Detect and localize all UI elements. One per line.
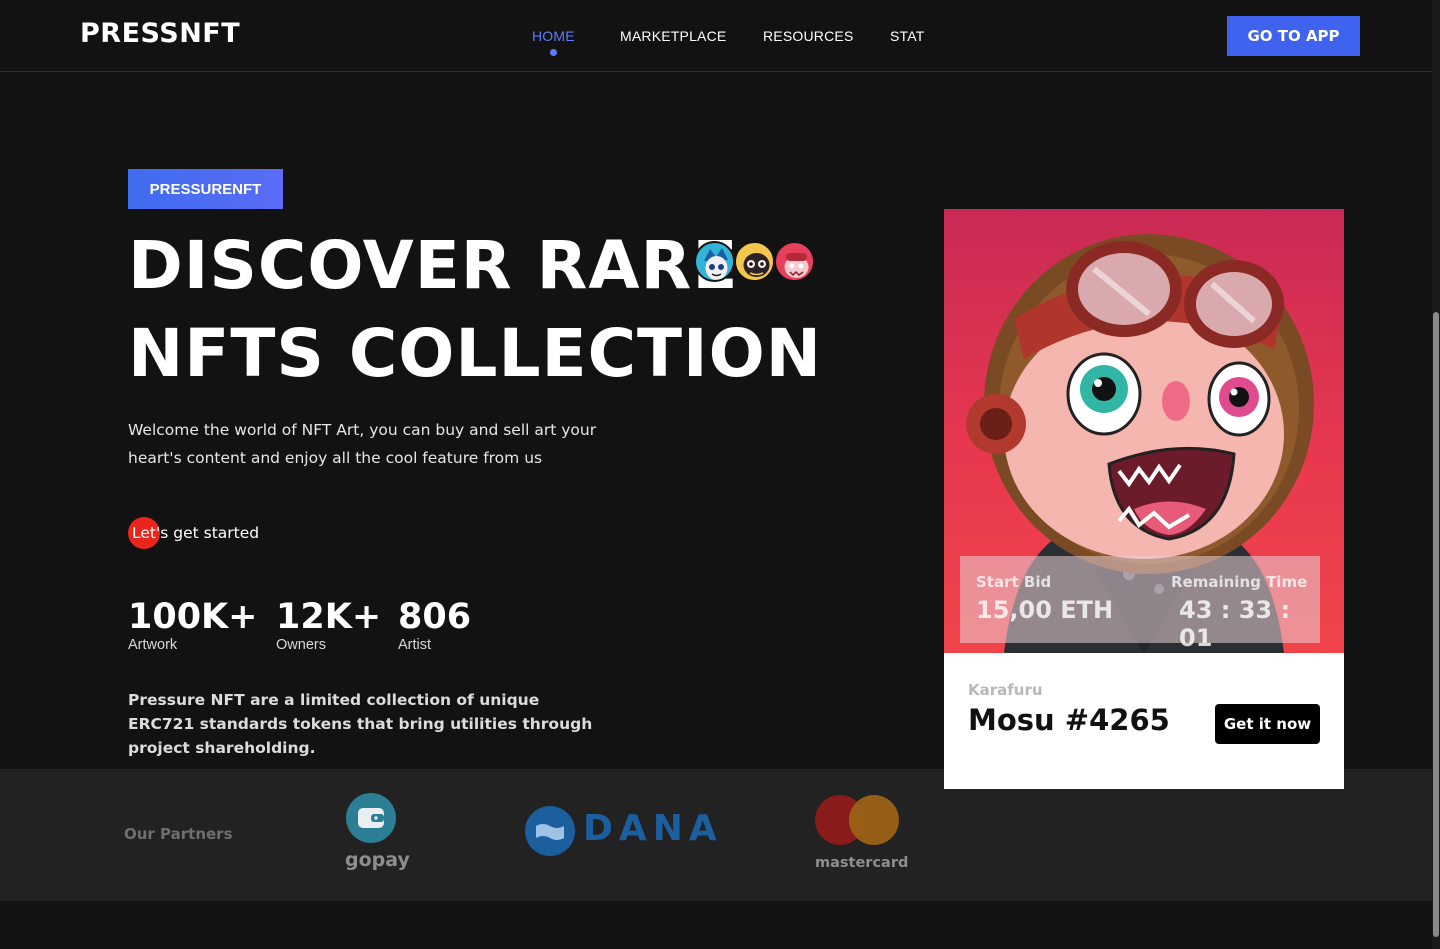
mastercard-logo-icon bbox=[849, 795, 899, 845]
nft-name: Mosu #4265 bbox=[968, 703, 1170, 737]
hero-title-line-2: NFTS COLLECTION bbox=[128, 315, 822, 392]
partner-dana[interactable]: DANA bbox=[525, 806, 717, 858]
get-started-label: Let's get started bbox=[128, 524, 259, 542]
remaining-time-label: Remaining Time bbox=[1171, 573, 1308, 591]
partner-gopay[interactable]: gopay bbox=[345, 793, 410, 877]
partner-name: DANA bbox=[583, 808, 723, 849]
nav-link-home[interactable]: HOME bbox=[532, 28, 575, 56]
stat-label: Artwork bbox=[128, 637, 178, 653]
collector-avatars bbox=[694, 241, 824, 283]
partner-name: gopay bbox=[345, 849, 410, 871]
avatar bbox=[694, 241, 735, 282]
stat-artwork: 100K+ Artwork bbox=[128, 597, 258, 653]
scrollbar-thumb[interactable] bbox=[1433, 312, 1439, 937]
stat-label: Artist bbox=[398, 637, 432, 653]
get-started-link[interactable]: Let's get started bbox=[128, 517, 259, 549]
nav-link-marketplace[interactable]: MARKETPLACE bbox=[620, 28, 726, 44]
collection-name: Karafuru bbox=[968, 681, 1043, 699]
get-it-now-button[interactable]: Get it now bbox=[1215, 704, 1320, 744]
start-bid-label: Start Bid bbox=[976, 573, 1052, 591]
partner-name: mastercard bbox=[815, 855, 909, 871]
remaining-time-value: 43 : 33 : 01 bbox=[1179, 596, 1291, 652]
nft-card-info: Karafuru Mosu #4265 Get it now bbox=[944, 653, 1344, 789]
dana-logo-icon bbox=[525, 806, 575, 856]
get-started-highlight: Let' bbox=[132, 524, 161, 542]
bid-info-panel: Start Bid 15,00 ETH Remaining Time 43 : … bbox=[960, 556, 1320, 652]
navbar: PRESSNFT HOME MARKETPLACE RESOURCES STAT… bbox=[0, 0, 1440, 72]
go-to-app-button[interactable]: GO TO APP bbox=[1227, 16, 1360, 56]
avatar bbox=[734, 241, 775, 282]
stat-label: Owners bbox=[276, 637, 326, 653]
partners-label: Our Partners bbox=[124, 825, 233, 843]
start-bid-value: 15,00 ETH bbox=[976, 596, 1114, 624]
active-indicator-dot bbox=[550, 49, 558, 56]
hero-subtitle: Welcome the world of NFT Art, you can bu… bbox=[128, 421, 597, 467]
get-started-rest: s get started bbox=[160, 524, 260, 542]
wallet-icon bbox=[346, 793, 396, 843]
nav-link-home-label: HOME bbox=[532, 28, 575, 44]
hero-badge: PRESSURENFT bbox=[128, 169, 283, 209]
stat-artist: 806 Artist bbox=[398, 597, 471, 653]
stat-value: 12K+ bbox=[276, 597, 382, 637]
nft-card[interactable]: Start Bid 15,00 ETH Remaining Time 43 : … bbox=[944, 209, 1344, 789]
avatar bbox=[774, 241, 815, 282]
nav-link-resources[interactable]: RESOURCES bbox=[763, 28, 853, 44]
nav-link-stat[interactable]: STAT bbox=[890, 28, 925, 44]
nft-artwork: Start Bid 15,00 ETH Remaining Time 43 : … bbox=[944, 209, 1344, 653]
stat-value: 806 bbox=[398, 597, 472, 637]
stat-owners: 12K+ Owners bbox=[276, 597, 381, 653]
partner-mastercard[interactable]: mastercard bbox=[815, 795, 909, 877]
nav-links: HOME MARKETPLACE RESOURCES STAT bbox=[0, 28, 1440, 58]
about-text: Pressure NFT are a limited collection of… bbox=[128, 691, 593, 757]
stat-value: 100K+ bbox=[128, 597, 258, 637]
